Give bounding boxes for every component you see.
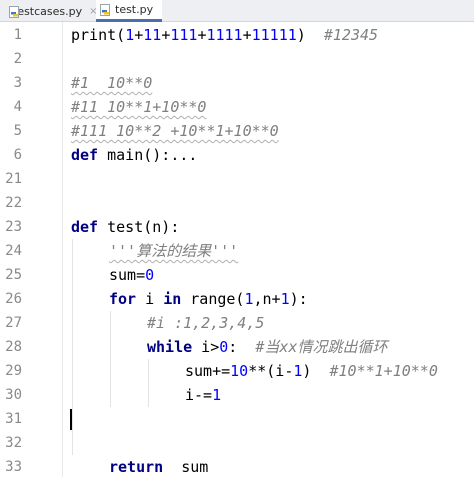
comment: #11 10**1+10**0 — [71, 98, 207, 116]
line-number-gutter: 1 2 3 4 5 6 21 22 23 24 25 26 27 28 29 3… — [0, 22, 58, 477]
expression: **(i- — [248, 362, 294, 380]
loop-variable: i — [136, 290, 164, 308]
number-literal: 11111 — [251, 26, 297, 44]
code-line-28: while i>0: #当xx情况跳出循环 — [147, 335, 387, 359]
indent-guide — [148, 359, 149, 407]
expression-close: ) — [302, 362, 330, 380]
folded-function[interactable]: main():... — [98, 146, 197, 164]
operator: + — [134, 26, 144, 44]
tab-label: test.py — [115, 3, 154, 16]
line-number: 23 — [5, 219, 22, 235]
keyword-def: def — [71, 146, 99, 164]
text-cursor — [70, 409, 72, 430]
line-number: 5 — [13, 123, 22, 139]
number-literal: 1 — [280, 290, 290, 308]
colon: : — [228, 338, 256, 356]
range-args: ,n+ — [253, 290, 281, 308]
comment: #111 10**2 +10**1+10**0 — [71, 122, 279, 140]
keyword-for: for — [109, 290, 137, 308]
keyword-while: while — [147, 338, 193, 356]
operator: + — [242, 26, 252, 44]
line-number: 25 — [5, 267, 22, 283]
tab-testcases[interactable]: testcases.py × — [0, 0, 98, 22]
number-literal: 11 — [143, 26, 162, 44]
code-line-25: sum=0 — [109, 263, 154, 287]
code-line-33: return sum — [109, 455, 208, 479]
docstring: '''算法的结果''' — [109, 242, 239, 260]
keyword-def: def — [71, 218, 99, 236]
line-number: 4 — [13, 99, 22, 115]
line-number: 6 — [13, 147, 22, 163]
return-value: sum — [163, 458, 209, 476]
number-literal: 111 — [170, 26, 198, 44]
number-literal: 10 — [230, 362, 249, 380]
line-number: 28 — [5, 339, 22, 355]
line-number: 2 — [13, 51, 22, 67]
keyword-in: in — [163, 290, 182, 308]
line-number: 1 — [13, 27, 22, 43]
line-number: 22 — [5, 195, 22, 211]
indent-guide — [72, 239, 73, 455]
number-literal: 0 — [219, 338, 229, 356]
line-number: 31 — [5, 411, 22, 427]
comment: #10**1+10**0 — [329, 362, 438, 380]
line-number: 33 — [5, 459, 22, 475]
number-literal: 1111 — [206, 26, 243, 44]
operator: + — [161, 26, 171, 44]
tab-label: testcases.py — [13, 4, 83, 18]
decrement: i-= — [185, 386, 213, 404]
code-line-26: for i in range(1,n+1): — [109, 287, 308, 311]
code-line-1: print(1+11+111+1111+11111) #12345 — [71, 23, 378, 47]
code-line-29: sum+=10**(i-1) #10**1+10**0 — [185, 359, 438, 383]
line-number: 29 — [5, 363, 22, 379]
paren: ( — [116, 26, 126, 44]
comment: #i :1,2,3,4,5 — [147, 314, 265, 332]
keyword-return: return — [109, 458, 164, 476]
line-number: 21 — [5, 171, 22, 187]
code-editor[interactable]: 1 2 3 4 5 6 21 22 23 24 25 26 27 28 29 3… — [0, 22, 474, 477]
python-file-icon — [100, 4, 111, 16]
number-literal: 1 — [125, 26, 135, 44]
assignment: sum= — [109, 266, 146, 284]
code-line-4: #11 10**1+10**0 — [71, 95, 206, 119]
code-line-5: #111 10**2 +10**1+10**0 — [71, 119, 279, 143]
code-line-30: i-=1 — [185, 383, 221, 407]
code-line-24: '''算法的结果''' — [109, 239, 238, 263]
line-number: 32 — [5, 435, 22, 451]
comment: #当xx情况跳出循环 — [255, 338, 388, 356]
code-line-23: def test(n): — [71, 215, 179, 239]
function-signature: test(n): — [98, 218, 180, 236]
range-close: ): — [289, 290, 308, 308]
indent-guide — [110, 311, 111, 407]
number-literal: 1 — [212, 386, 222, 404]
print-function: print — [71, 26, 117, 44]
editor-tab-bar: testcases.py × test.py — [0, 0, 474, 22]
code-line-27: #i :1,2,3,4,5 — [147, 311, 264, 335]
code-line-3: #1 10**0 — [71, 71, 152, 95]
tab-test[interactable]: test.py — [96, 0, 162, 22]
paren: ) — [296, 26, 306, 44]
line-number: 26 — [5, 291, 22, 307]
number-literal: 0 — [145, 266, 155, 284]
comment: #12345 — [323, 26, 379, 44]
line-number: 3 — [13, 75, 22, 91]
assignment: sum+= — [185, 362, 231, 380]
line-number: 27 — [5, 315, 22, 331]
line-number: 24 — [5, 243, 22, 259]
condition: i> — [192, 338, 220, 356]
number-literal: 1 — [244, 290, 254, 308]
code-line-6: def main():... — [71, 143, 197, 167]
gutter-divider — [62, 22, 63, 477]
line-number: 30 — [5, 387, 22, 403]
range-call: range( — [181, 290, 245, 308]
comment: #1 10**0 — [71, 74, 153, 92]
